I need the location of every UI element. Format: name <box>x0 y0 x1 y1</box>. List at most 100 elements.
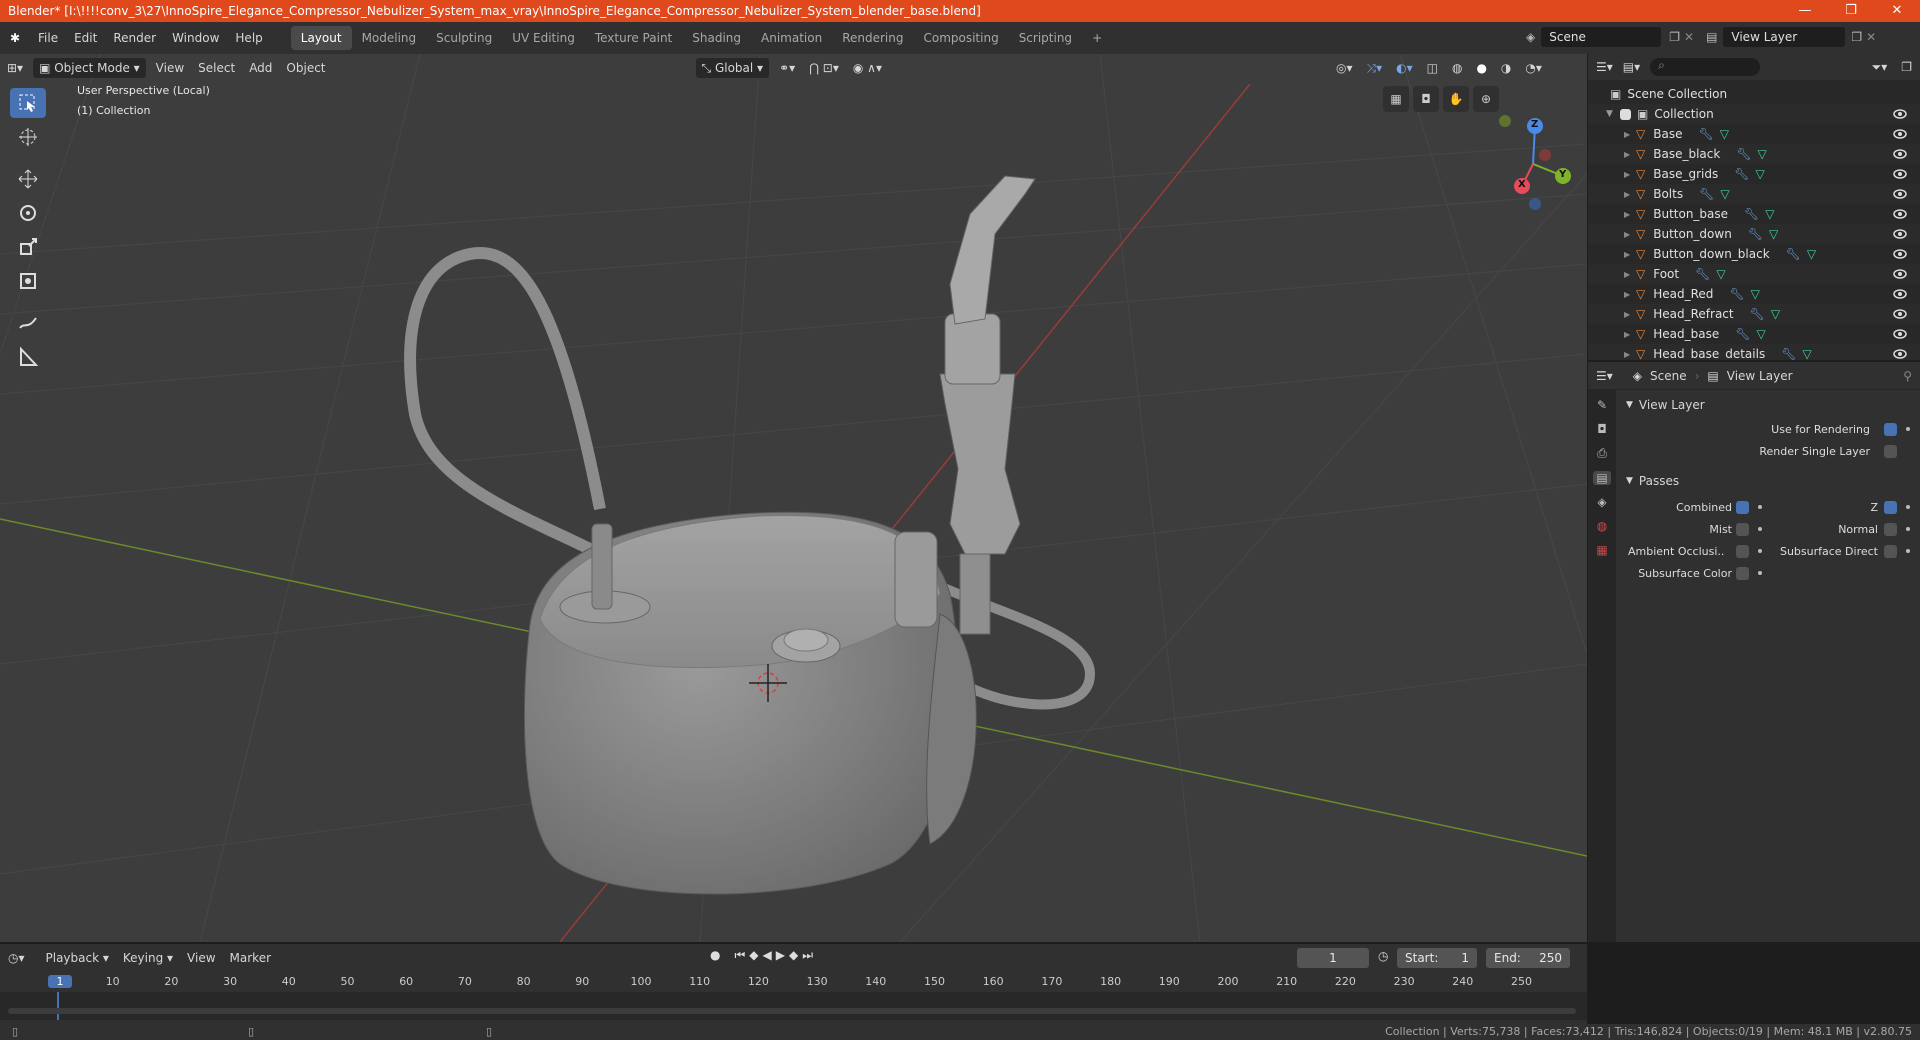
3d-viewport[interactable]: Z Y X ⊞▾ ▣ Object Mode ▾ View Select Add… <box>0 54 1587 942</box>
stopwatch-icon[interactable]: ◷ <box>1378 949 1388 963</box>
outliner-object-row[interactable]: ▶ ▽ Button_down 🔧︎ ▽ <box>1588 224 1920 244</box>
mist-anim-dot[interactable] <box>1758 527 1762 531</box>
eye-icon[interactable] <box>1892 206 1908 222</box>
menu-object[interactable]: Object <box>279 57 332 79</box>
pan-hand-icon[interactable]: ✋ <box>1443 86 1469 112</box>
z-checkbox[interactable] <box>1884 501 1897 514</box>
tab-sculpting[interactable]: Sculpting <box>426 26 502 50</box>
properties-editor-type-icon[interactable]: ☰▾ <box>1596 369 1613 383</box>
subsurface-color-anim-dot[interactable] <box>1758 571 1762 575</box>
rotate-tool[interactable] <box>10 198 46 228</box>
next-keyframe-icon[interactable]: ◆ <box>789 948 798 963</box>
modifier-wrench-icon[interactable]: 🔧︎ <box>1744 207 1759 221</box>
tab-texture-paint[interactable]: Texture Paint <box>585 26 682 50</box>
subsurface-direct-anim-dot[interactable] <box>1906 549 1910 553</box>
mesh-data-icon[interactable]: ▽ <box>1720 187 1729 201</box>
modifier-wrench-icon[interactable]: 🔧︎ <box>1748 227 1763 241</box>
mesh-data-icon[interactable]: ▽ <box>1755 167 1764 181</box>
eye-icon[interactable] <box>1892 346 1908 360</box>
expand-arrow-icon[interactable]: ▶ <box>1624 130 1636 139</box>
mist-checkbox[interactable] <box>1736 523 1749 536</box>
world-tab-icon[interactable]: ◍ <box>1597 519 1607 533</box>
scene-selector[interactable]: Scene <box>1541 27 1662 47</box>
editor-type-icon[interactable]: ⊞▾ <box>0 57 30 79</box>
outliner-object-row[interactable]: ▶ ▽ Head_Refract 🔧︎ ▽ <box>1588 304 1920 324</box>
outliner-object-row[interactable]: ▶ ▽ Head_Red 🔧︎ ▽ <box>1588 284 1920 304</box>
menu-playback[interactable]: Playback ▾ <box>39 947 116 969</box>
minimize-button[interactable]: — <box>1782 0 1828 22</box>
expand-arrow-icon[interactable]: ▶ <box>1624 190 1636 199</box>
modifier-wrench-icon[interactable]: 🔧︎ <box>1729 287 1744 301</box>
outliner-object-row[interactable]: ▶ ▽ Bolts 🔧︎ ▽ <box>1588 184 1920 204</box>
modifier-wrench-icon[interactable]: 🔧︎ <box>1699 187 1714 201</box>
use-for-rendering-checkbox[interactable] <box>1884 423 1897 436</box>
combined-anim-dot[interactable] <box>1758 505 1762 509</box>
expand-arrow-icon[interactable]: ▶ <box>1624 170 1636 179</box>
scene-props-tab-icon[interactable]: ◈ <box>1597 495 1606 509</box>
proportional-edit-icon[interactable]: ◉ ∧▾ <box>846 57 889 79</box>
shading-wireframe-icon[interactable]: ◍ <box>1445 57 1469 79</box>
view-layer-tab-icon[interactable]: ▤ <box>1707 369 1718 383</box>
visibility-icon[interactable]: ◎▾ <box>1329 57 1360 79</box>
object-mode-selector[interactable]: ▣ Object Mode ▾ <box>33 58 146 78</box>
tab-modeling[interactable]: Modeling <box>352 26 427 50</box>
remove-view-layer-icon[interactable]: ✕ <box>1866 30 1876 44</box>
outliner-object-row[interactable]: ▶ ▽ Button_down_black 🔧︎ ▽ <box>1588 244 1920 264</box>
nebulizer-model[interactable] <box>404 175 1096 895</box>
outliner-object-row[interactable]: ▶ ▽ Base 🔧︎ ▽ <box>1588 124 1920 144</box>
menu-marker[interactable]: Marker <box>223 947 278 969</box>
outliner-object-row[interactable]: ▶ ▽ Base_grids 🔧︎ ▽ <box>1588 164 1920 184</box>
display-mode-icon[interactable]: ▤▾ <box>1623 60 1640 74</box>
end-frame-field[interactable]: End: 250 <box>1486 948 1570 968</box>
frame-ruler[interactable]: 1 10 20 30 40 50 60 70 80 90 100 110 120 130 140 150 160… <box>0 972 1587 992</box>
pivot-icon[interactable]: ⚭▾ <box>772 57 802 79</box>
expand-arrow-icon[interactable]: ▶ <box>1624 310 1636 319</box>
measure-tool[interactable] <box>10 342 46 372</box>
record-icon[interactable]: ● <box>710 948 720 963</box>
tab-layout[interactable]: Layout <box>290 26 352 50</box>
timeline-scrollbar[interactable] <box>8 1008 1576 1014</box>
eye-icon[interactable] <box>1892 126 1908 142</box>
timeline-track-area[interactable] <box>0 992 1587 1020</box>
new-view-layer-icon[interactable]: ❐ <box>1851 30 1862 44</box>
eye-icon[interactable] <box>1892 146 1908 162</box>
scene-icon[interactable]: ◈ <box>1526 30 1535 44</box>
mesh-data-icon[interactable]: ▽ <box>1769 227 1778 241</box>
menu-window[interactable]: Window <box>164 22 227 54</box>
tab-animation[interactable]: Animation <box>751 26 832 50</box>
current-frame-field[interactable]: 1 <box>1297 948 1369 968</box>
tool-tab-icon[interactable]: ✎ <box>1597 398 1607 412</box>
close-window-button[interactable]: ✕ <box>1874 0 1920 22</box>
passes-panel-header[interactable]: ▼ Passes <box>1616 466 1920 496</box>
ambient-occlusion-checkbox[interactable] <box>1736 545 1749 558</box>
eye-icon[interactable] <box>1892 106 1908 122</box>
transform-orientation-selector[interactable]: ⤡ Global ▾ <box>695 58 770 78</box>
xray-icon[interactable]: ◫ <box>1420 57 1445 79</box>
add-workspace-icon[interactable]: + <box>1082 26 1112 50</box>
view-layer-tab-label[interactable]: View Layer <box>1727 369 1793 383</box>
new-scene-icon[interactable]: ❐ <box>1669 30 1680 44</box>
expand-arrow-icon[interactable]: ▶ <box>1624 230 1636 239</box>
outliner-editor-type-icon[interactable]: ☰▾ <box>1596 60 1613 74</box>
timeline-editor-type-icon[interactable]: ◷▾ <box>8 951 25 965</box>
modifier-wrench-icon[interactable]: 🔧︎ <box>1736 147 1751 161</box>
tab-uv-editing[interactable]: UV Editing <box>502 26 585 50</box>
mesh-data-icon[interactable]: ▽ <box>1771 307 1780 321</box>
z-anim-dot[interactable] <box>1906 505 1910 509</box>
render-tab-icon[interactable]: ◘ <box>1597 422 1607 436</box>
expand-arrow-icon[interactable]: ▶ <box>1624 330 1636 339</box>
modifier-wrench-icon[interactable]: 🔧︎ <box>1695 267 1710 281</box>
scene-tab-label[interactable]: Scene <box>1650 369 1687 383</box>
eye-icon[interactable] <box>1892 286 1908 302</box>
collection-checkbox[interactable] <box>1620 108 1631 120</box>
zoom-icon[interactable]: ⊕ <box>1473 86 1499 112</box>
maximize-button[interactable]: ❐ <box>1828 0 1874 22</box>
output-tab-icon[interactable]: ⎙ <box>1597 446 1607 461</box>
eye-icon[interactable] <box>1892 306 1908 322</box>
normal-anim-dot[interactable] <box>1906 527 1910 531</box>
start-frame-field[interactable]: Start: 1 <box>1397 948 1477 968</box>
move-tool[interactable] <box>10 164 46 194</box>
mesh-data-icon[interactable]: ▽ <box>1807 247 1816 261</box>
tab-rendering[interactable]: Rendering <box>832 26 913 50</box>
expand-arrow-icon[interactable]: ▶ <box>1624 150 1636 159</box>
